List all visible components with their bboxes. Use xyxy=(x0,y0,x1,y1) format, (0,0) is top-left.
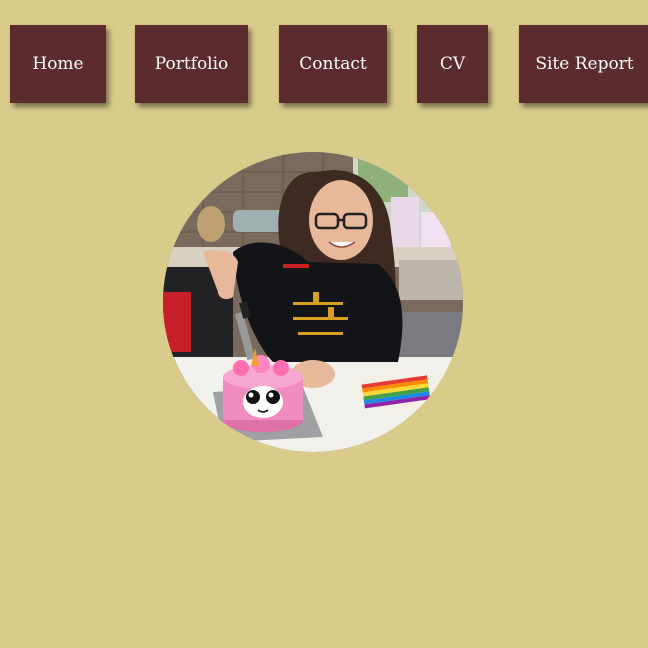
nav-home-button[interactable]: Home xyxy=(10,25,106,103)
main-navigation: Home Portfolio Contact CV Site Report xyxy=(0,0,648,120)
nav-site-report-button[interactable]: Site Report xyxy=(519,25,648,103)
profile-photo-illustration xyxy=(163,152,463,452)
nav-cv-button[interactable]: CV xyxy=(417,25,488,103)
nav-contact-button[interactable]: Contact xyxy=(279,25,387,103)
nav-portfolio-button[interactable]: Portfolio xyxy=(135,25,248,103)
profile-photo xyxy=(163,152,463,452)
